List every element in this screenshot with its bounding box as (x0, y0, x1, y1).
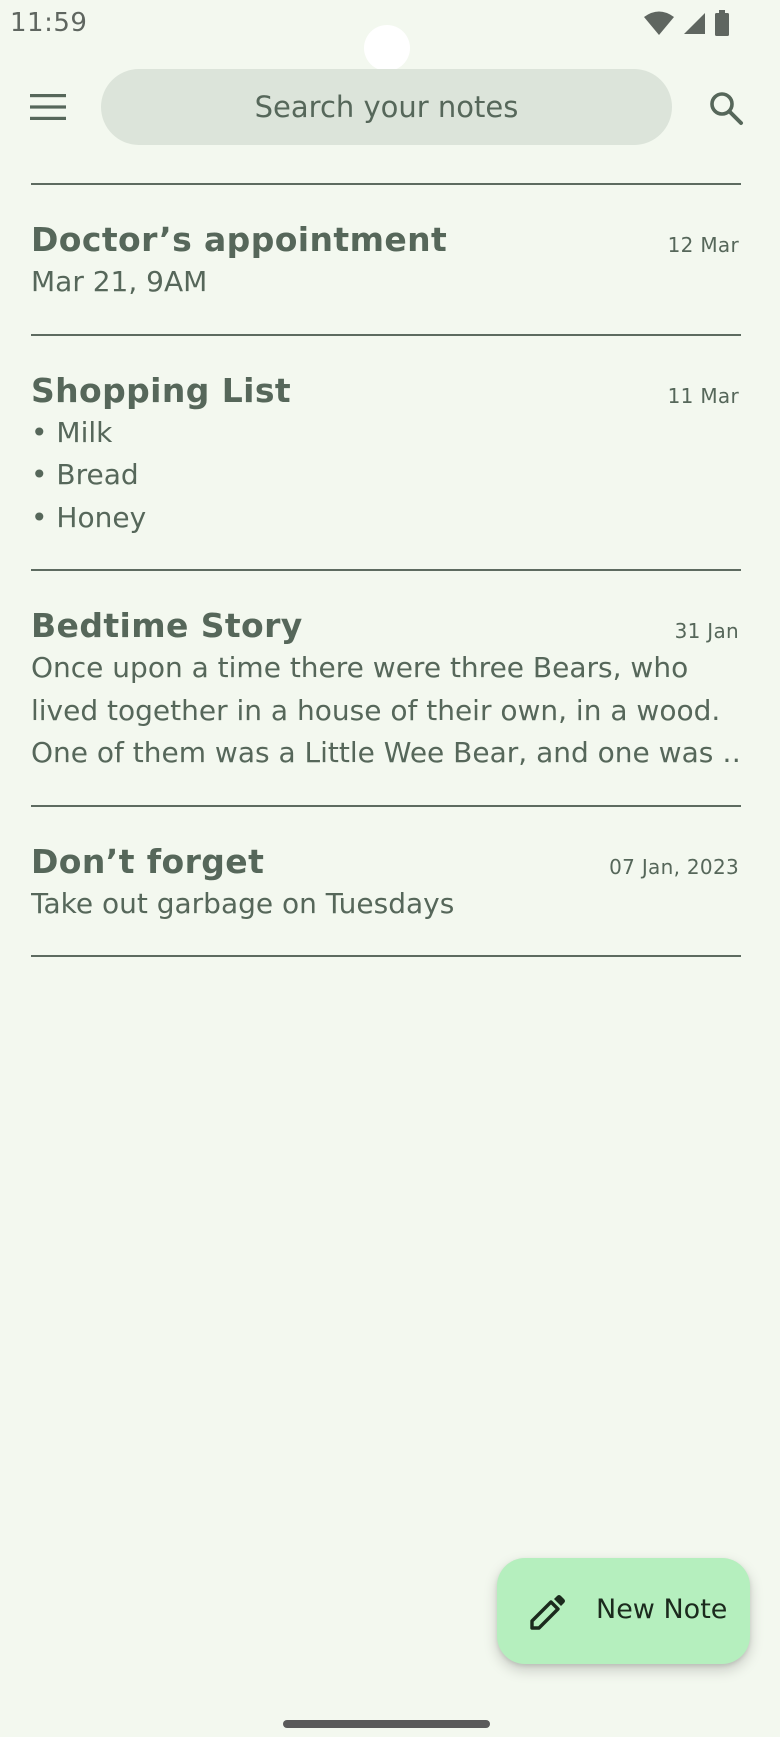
note-body: Once upon a time there were three Bears,… (31, 647, 741, 775)
note-body-line: • Honey (31, 500, 147, 534)
note-date: 12 Mar (667, 233, 739, 257)
top-app-bar: Search your notes (0, 69, 780, 145)
divider (31, 955, 741, 957)
note-body-line: • Bread (31, 458, 139, 491)
battery-icon (715, 10, 729, 36)
note-date: 11 Mar (667, 383, 739, 408)
note-body: • Milk • Bread • Honey (31, 412, 741, 540)
notes-list: Doctor’s appointment 12 Mar Mar 21, 9AM … (31, 183, 741, 957)
search-placeholder: Search your notes (254, 90, 519, 124)
note-title: Bedtime Story (31, 606, 303, 645)
note-body-line: lived together in a house of their own, … (31, 693, 721, 727)
menu-icon (30, 94, 66, 120)
status-icons (644, 10, 730, 36)
menu-button[interactable] (22, 87, 74, 127)
note-body-line: Once upon a time there were three Bears,… (31, 651, 689, 684)
note-card[interactable]: Shopping List 11 Mar • Milk • Bread • Ho… (31, 336, 741, 570)
note-body-line: • Milk (31, 415, 113, 449)
new-note-label: New Note (596, 1594, 728, 1625)
search-icon (710, 92, 743, 125)
note-title: Doctor’s appointment (31, 220, 448, 259)
note-body: Take out garbage on Tuesdays (31, 883, 741, 926)
note-body-line: Mar 21, 9AM (31, 265, 208, 298)
note-body-line: Take out garbage on Tuesdays (31, 886, 455, 920)
note-body-line: One of them was a Little Wee Bear, and o… (31, 736, 741, 769)
search-bar[interactable]: Search your notes (101, 69, 672, 145)
camera-cutout (364, 25, 410, 71)
status-bar: 11:59 (0, 0, 780, 71)
note-card[interactable]: Bedtime Story 31 Jan Once upon a time th… (31, 571, 741, 805)
new-note-button[interactable]: New Note (497, 1558, 750, 1664)
note-card[interactable]: Don’t forget 07 Jan, 2023 Take out garba… (31, 807, 741, 956)
wifi-icon (644, 11, 674, 35)
note-card[interactable]: Doctor’s appointment 12 Mar Mar 21, 9AM (31, 185, 741, 334)
note-body: Mar 21, 9AM (31, 261, 741, 304)
gesture-handle[interactable] (283, 1720, 490, 1728)
status-time: 11:59 (10, 8, 88, 38)
note-date: 07 Jan, 2023 (609, 854, 739, 879)
cell-signal-icon (684, 13, 705, 34)
pencil-icon (530, 1595, 565, 1630)
search-button[interactable] (703, 85, 749, 131)
note-title: Shopping List (31, 370, 292, 410)
note-date: 31 Jan (674, 619, 739, 643)
notes-screen: 11:59 Search your notes Doctor’s appoint… (0, 0, 780, 1737)
